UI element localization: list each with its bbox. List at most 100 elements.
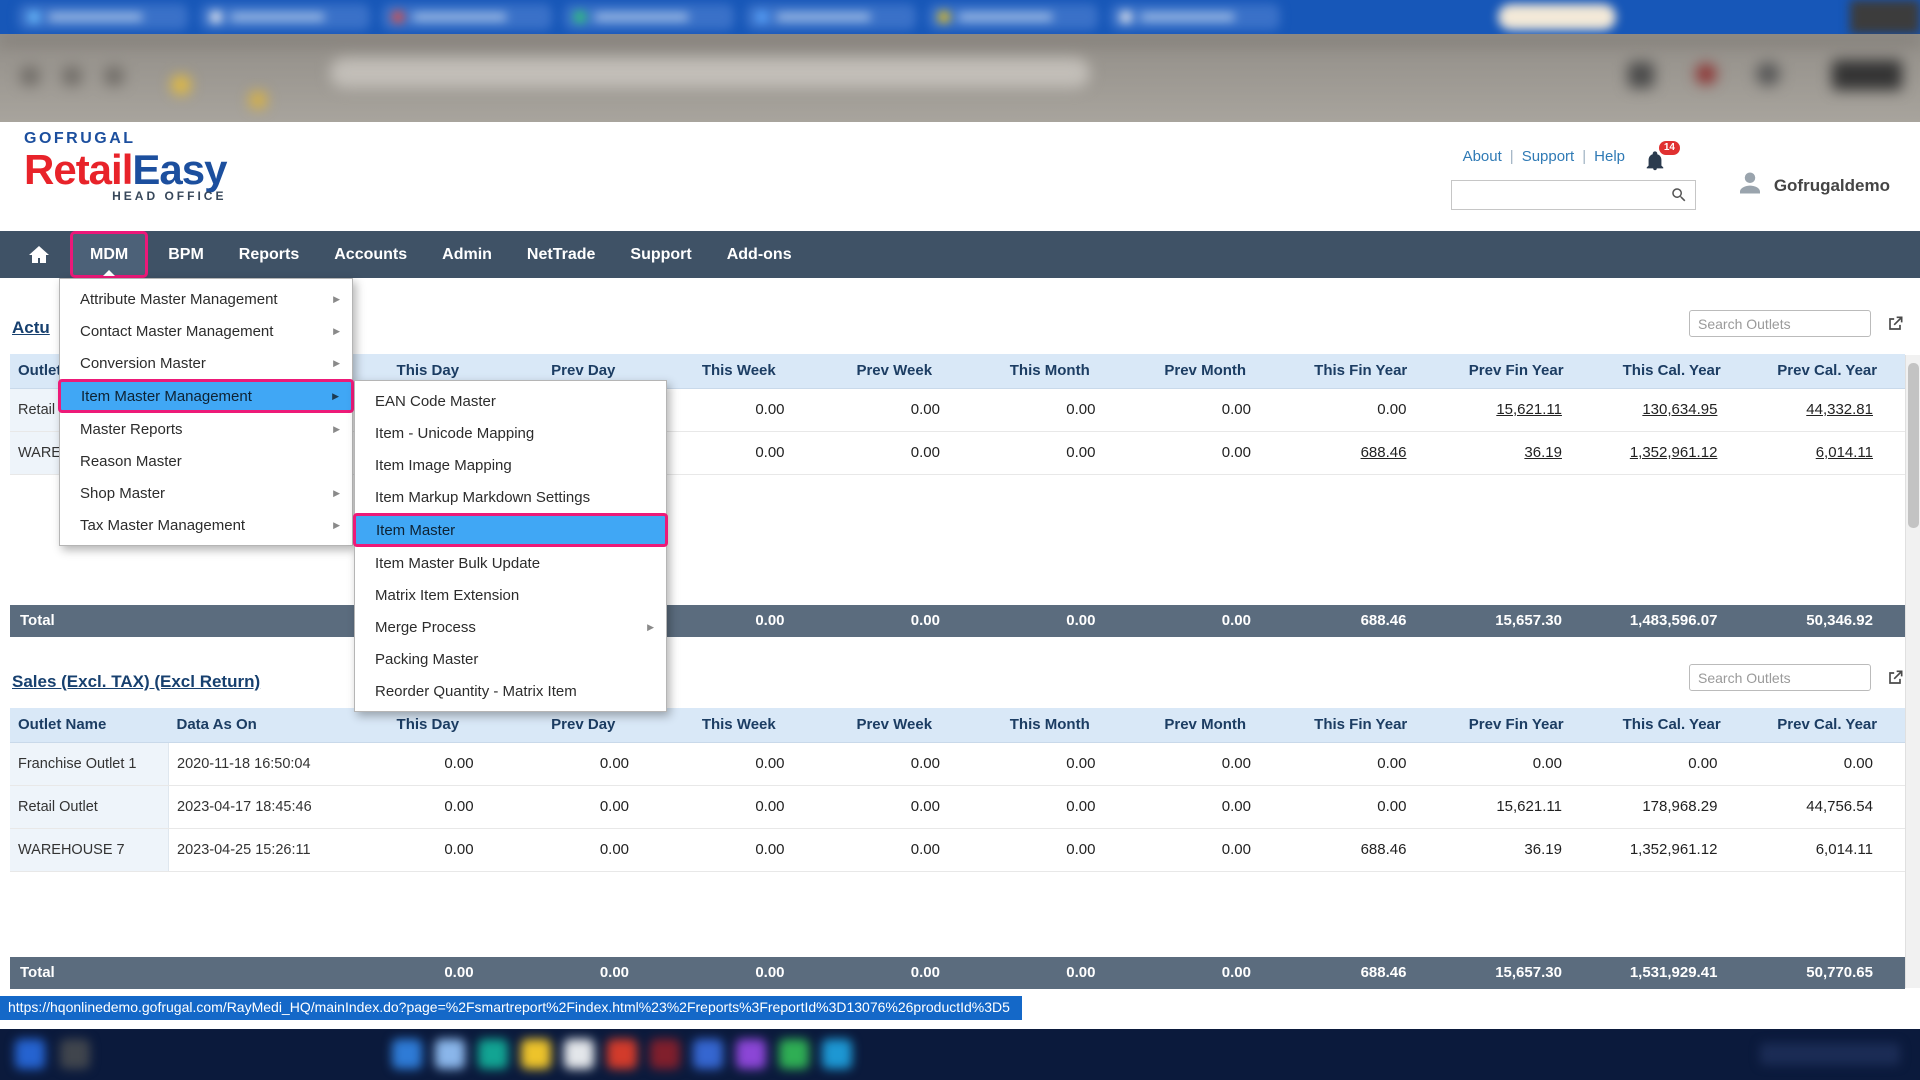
taskbar-icon[interactable] — [779, 1039, 809, 1069]
menu-item-contact-master-management[interactable]: Contact Master Management▶ — [60, 315, 352, 347]
menu-item-master-reports[interactable]: Master Reports▶ — [60, 413, 352, 445]
taskbar-icon[interactable] — [693, 1039, 723, 1069]
menu-item-item-master-bulk-update[interactable]: Item Master Bulk Update — [355, 547, 666, 579]
taskbar-icon[interactable] — [822, 1039, 852, 1069]
nav-item-support[interactable]: Support — [615, 231, 706, 278]
column-header: This Week — [661, 354, 816, 388]
taskbar-icon[interactable] — [15, 1039, 45, 1069]
menu-item-matrix-item-extension[interactable]: Matrix Item Extension — [355, 579, 666, 611]
value-cell: 0.00 — [350, 785, 505, 828]
taskbar-icon[interactable] — [478, 1039, 508, 1069]
external-link-icon[interactable] — [1885, 668, 1905, 688]
column-header: Prev Month — [1127, 708, 1282, 742]
browser-tab[interactable] — [200, 4, 370, 30]
main-navbar: MDM BPM Reports Accounts Admin NetTrade … — [0, 231, 1920, 278]
value-cell: 0.00 — [350, 742, 505, 785]
browser-tab[interactable] — [564, 4, 734, 30]
value-link[interactable]: 130,634.95 — [1642, 401, 1717, 418]
nav-item-reports[interactable]: Reports — [224, 231, 314, 278]
menu-item-shop-master[interactable]: Shop Master▶ — [60, 477, 352, 509]
value-cell: 0.00 — [350, 828, 505, 871]
browser-tab[interactable] — [18, 4, 188, 30]
section2-outlet-search — [1689, 664, 1905, 691]
external-link-icon[interactable] — [1885, 314, 1905, 334]
value-cell: 15,621.11 — [1438, 388, 1593, 431]
value-link[interactable]: 44,332.81 — [1806, 401, 1873, 418]
menu-item-attribute-master-management[interactable]: Attribute Master Management▶ — [60, 283, 352, 315]
value-cell: 688.46 — [1283, 431, 1438, 474]
value-cell: 0.00 — [1749, 742, 1905, 785]
value-cell: 36.19 — [1438, 828, 1593, 871]
nav-item-nettrade[interactable]: NetTrade — [512, 231, 610, 278]
column-header: Prev Fin Year — [1438, 708, 1593, 742]
vertical-scrollbar[interactable] — [1905, 355, 1920, 988]
value-cell: 0.00 — [1283, 388, 1438, 431]
taskbar-icon[interactable] — [60, 1039, 90, 1069]
menu-item-label: Master Reports — [80, 421, 183, 438]
search-icon[interactable] — [1670, 186, 1688, 204]
mdm-dropdown-menu: Attribute Master Management▶Contact Mast… — [59, 278, 353, 546]
menu-item-conversion-master[interactable]: Conversion Master▶ — [60, 347, 352, 379]
menu-item-ean-code-master[interactable]: EAN Code Master — [355, 385, 666, 417]
value-cell: 0.00 — [817, 828, 972, 871]
header-search-input[interactable] — [1452, 182, 1670, 208]
menu-item-item-markup-markdown-settings[interactable]: Item Markup Markdown Settings — [355, 481, 666, 513]
help-link[interactable]: Help — [1594, 148, 1625, 165]
scrollbar-thumb[interactable] — [1908, 363, 1919, 528]
taskbar-icon[interactable] — [607, 1039, 637, 1069]
menu-item-label: Reason Master — [80, 453, 182, 470]
value-cell: 0.00 — [506, 785, 661, 828]
value-link[interactable]: 36.19 — [1524, 444, 1562, 461]
value-link[interactable]: 688.46 — [1361, 444, 1407, 461]
menu-item-packing-master[interactable]: Packing Master — [355, 643, 666, 675]
menu-item-reorder-quantity-matrix-item[interactable]: Reorder Quantity - Matrix Item — [355, 675, 666, 707]
value-link[interactable]: 6,014.11 — [1816, 444, 1873, 461]
total-value-cell: 0.00 — [661, 957, 816, 989]
taskbar-icon[interactable] — [392, 1039, 422, 1069]
menu-item-item-master[interactable]: Item Master — [353, 513, 668, 547]
nav-item-mdm[interactable]: MDM — [70, 231, 148, 278]
taskbar-icon[interactable] — [521, 1039, 551, 1069]
user-menu[interactable]: Gofrugaldemo — [1735, 168, 1890, 203]
value-cell: 0.00 — [1127, 388, 1282, 431]
column-header: This Cal. Year — [1594, 708, 1749, 742]
value-cell: 0.00 — [817, 431, 972, 474]
total-value-cell: 0.00 — [817, 605, 972, 637]
menu-item-tax-master-management[interactable]: Tax Master Management▶ — [60, 509, 352, 541]
date-cell: 2023-04-25 15:26:11 — [169, 828, 351, 871]
notification-bell-icon[interactable]: 14 — [1644, 150, 1668, 174]
browser-tab[interactable] — [746, 4, 916, 30]
taskbar-icon[interactable] — [564, 1039, 594, 1069]
nav-item-add-ons[interactable]: Add-ons — [712, 231, 807, 278]
menu-item-item-unicode-mapping[interactable]: Item - Unicode Mapping — [355, 417, 666, 449]
value-cell: 0.00 — [1127, 431, 1282, 474]
browser-tab[interactable] — [928, 4, 1098, 30]
home-icon[interactable] — [27, 243, 51, 267]
menu-item-reason-master[interactable]: Reason Master — [60, 445, 352, 477]
nav-item-bpm[interactable]: BPM — [153, 231, 219, 278]
support-link[interactable]: Support — [1522, 148, 1575, 165]
total-value-cell: 50,770.65 — [1749, 957, 1905, 989]
value-cell: 15,621.11 — [1438, 785, 1593, 828]
outlet-search-input[interactable] — [1689, 664, 1871, 691]
menu-item-item-master-management[interactable]: Item Master Management▶ — [58, 379, 354, 413]
browser-toolbar-blurred — [0, 34, 1920, 122]
date-cell: 2020-11-18 16:50:04 — [169, 742, 351, 785]
nav-item-admin[interactable]: Admin — [427, 231, 507, 278]
about-link[interactable]: About — [1463, 148, 1502, 165]
summary-table-1-total-row: Total0.000.000.000.00688.4615,657.301,48… — [10, 605, 1905, 637]
menu-item-item-image-mapping[interactable]: Item Image Mapping — [355, 449, 666, 481]
menu-item-merge-process[interactable]: Merge Process▶ — [355, 611, 666, 643]
nav-item-accounts[interactable]: Accounts — [319, 231, 422, 278]
taskbar-icon[interactable] — [736, 1039, 766, 1069]
taskbar-icon[interactable] — [650, 1039, 680, 1069]
browser-tab[interactable] — [382, 4, 552, 30]
sales-table-total-row: Total0.000.000.000.000.000.00688.4615,65… — [10, 957, 1905, 989]
taskbar-icon[interactable] — [435, 1039, 465, 1069]
menu-item-label: EAN Code Master — [375, 393, 496, 410]
browser-tab[interactable] — [1110, 4, 1280, 30]
outlet-search-input[interactable] — [1689, 310, 1871, 337]
value-link[interactable]: 15,621.11 — [1496, 401, 1562, 418]
value-cell: 0.00 — [972, 785, 1127, 828]
value-link[interactable]: 1,352,961.12 — [1630, 444, 1718, 461]
